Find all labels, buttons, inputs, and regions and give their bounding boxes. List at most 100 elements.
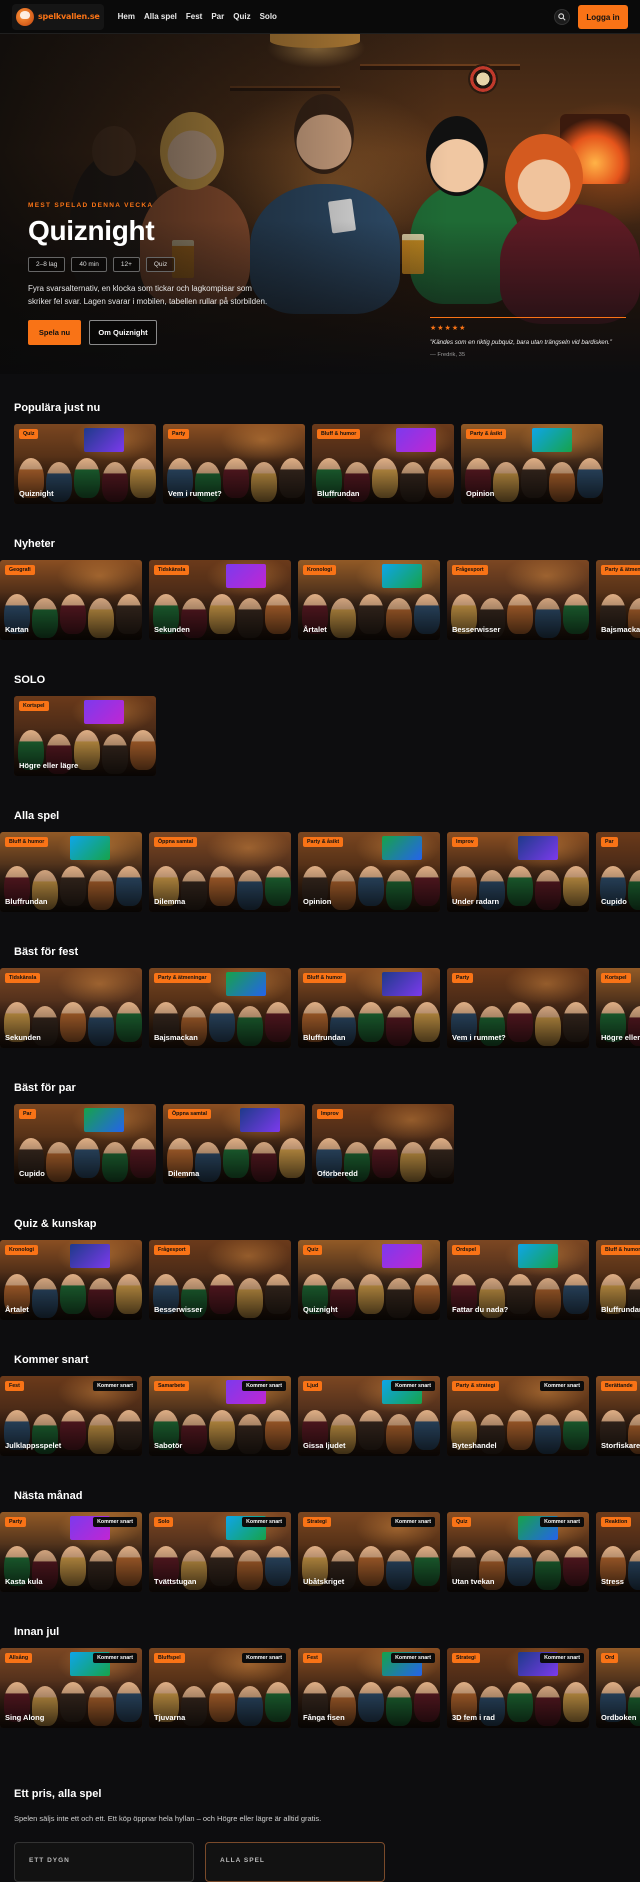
game-card[interactable]: Par Cupido	[14, 1104, 156, 1184]
nav-link-hem[interactable]: Hem	[118, 12, 135, 21]
game-title: Opinion	[466, 489, 495, 498]
nav-link-par[interactable]: Par	[211, 12, 224, 21]
game-row: Geografi Kartan Tidskänsla Sekunden Kronolog…	[0, 560, 640, 640]
game-card[interactable]: Bluff & humor Bluffrundan	[0, 832, 142, 912]
game-title: Quiznight	[303, 1305, 338, 1314]
game-card[interactable]: Berättande Storfiskaren	[596, 1376, 640, 1456]
game-card[interactable]: Tidskänsla Sekunden	[0, 968, 142, 1048]
category-badge: Kronologi	[5, 1245, 39, 1255]
game-row: Party Kommer snart Kasta kula Solo Kommer sn…	[0, 1512, 640, 1592]
game-card[interactable]: Quiz Quiznight	[298, 1240, 440, 1320]
game-card[interactable]: Party & åsikt Opinion	[461, 424, 603, 504]
game-title: Oförberedd	[317, 1169, 358, 1178]
game-card[interactable]: Reaktion Stress	[596, 1512, 640, 1592]
game-title: Utan tvekan	[452, 1577, 495, 1586]
game-title: Cupido	[601, 897, 627, 906]
game-card[interactable]: Bluff & humor Bluffrundan	[298, 968, 440, 1048]
site-logo[interactable]: spelkvallen.se	[12, 3, 104, 30]
category-badge: Improv	[452, 837, 478, 847]
game-card[interactable]: Solo Kommer snart Tvättstugan	[149, 1512, 291, 1592]
nav-link-alla-spel[interactable]: Alla spel	[144, 12, 177, 21]
category-badge: Tidskänsla	[5, 973, 41, 983]
game-title: Bluffrundan	[601, 1305, 640, 1314]
category-badge: Bluff & humor	[303, 973, 347, 983]
game-card[interactable]: Frågesport Besserwisser	[447, 560, 589, 640]
game-card[interactable]: Allsång Kommer snart Sing Along	[0, 1648, 142, 1728]
plan-card-day[interactable]: ETT DYGN	[14, 1842, 194, 1882]
game-card[interactable]: Kortspel Högre eller lägre	[14, 696, 156, 776]
section-1: Nyheter Geografi Kartan Tidskänsla Sekunden K…	[0, 538, 640, 642]
game-card[interactable]: Bluff & humor Bluffrundan	[312, 424, 454, 504]
game-card[interactable]: Kortspel Högre eller lägre	[596, 968, 640, 1048]
game-card[interactable]: Kronologi Årtalet	[0, 1240, 142, 1320]
game-title: Fånga fisen	[303, 1713, 345, 1722]
coming-soon-badge: Kommer snart	[540, 1653, 584, 1663]
category-badge: Par	[19, 1109, 36, 1119]
category-badge: Bluff & humor	[601, 1245, 640, 1255]
game-card[interactable]: Party Vem i rummet?	[163, 424, 305, 504]
game-card[interactable]: Geografi Kartan	[0, 560, 142, 640]
game-row: Kronologi Årtalet Frågesport Besserwisser Qu…	[0, 1240, 640, 1320]
plan-card-all[interactable]: ALLA SPEL	[205, 1842, 385, 1882]
game-card[interactable]: Party & ätmeningar Bajsmackan	[596, 560, 640, 640]
coming-soon-badge: Kommer snart	[540, 1381, 584, 1391]
game-title: Årtalet	[303, 625, 327, 634]
category-badge: Berättande	[601, 1381, 637, 1391]
game-title: Ordboken	[601, 1713, 637, 1722]
search-button[interactable]	[554, 9, 570, 25]
game-card[interactable]: Strategi Kommer snart Ubåtskriget	[298, 1512, 440, 1592]
game-title: Gissa ljudet	[303, 1441, 346, 1450]
game-title: Julklappsspelet	[5, 1441, 62, 1450]
game-card[interactable]: Improv Oförberedd	[312, 1104, 454, 1184]
game-card[interactable]: Bluffspel Kommer snart Tjuvarna	[149, 1648, 291, 1728]
category-badge: Party	[5, 1517, 27, 1527]
category-badge: Party & åsikt	[303, 837, 344, 847]
login-button[interactable]: Logga in	[578, 5, 628, 29]
game-card[interactable]: Ljud Kommer snart Gissa ljudet	[298, 1376, 440, 1456]
game-card[interactable]: Party & åsikt Opinion	[298, 832, 440, 912]
game-card[interactable]: Öppna samtal Dilemma	[163, 1104, 305, 1184]
game-card[interactable]: Par Cupido	[596, 832, 640, 912]
game-card[interactable]: Party Vem i rummet?	[447, 968, 589, 1048]
game-card[interactable]: Frågesport Besserwisser	[149, 1240, 291, 1320]
section-6: Quiz & kunskap Kronologi Årtalet Frågesport…	[0, 1218, 640, 1322]
about-game-button[interactable]: Om Quiznight	[89, 320, 157, 345]
section-8: Nästa månad Party Kommer snart Kasta kula So…	[0, 1490, 640, 1594]
game-card[interactable]: Fest Kommer snart Julklappsspelet	[0, 1376, 142, 1456]
game-row: Fest Kommer snart Julklappsspelet Samarbete…	[0, 1376, 640, 1456]
game-card[interactable]: Ord Ordboken	[596, 1648, 640, 1728]
game-card[interactable]: Öppna samtal Dilemma	[149, 832, 291, 912]
game-card[interactable]: Tidskänsla Sekunden	[149, 560, 291, 640]
category-badge: Ljud	[303, 1381, 323, 1391]
nav-link-fest[interactable]: Fest	[186, 12, 202, 21]
section-5: Bäst för par Par Cupido Öppna samtal Dilemma…	[0, 1082, 640, 1186]
game-title: Högre eller lägre	[19, 761, 79, 770]
category-badge: Öppna samtal	[168, 1109, 212, 1119]
game-title: Under radarn	[452, 897, 500, 906]
game-title: Storfiskaren	[601, 1441, 640, 1450]
coming-soon-badge: Kommer snart	[391, 1381, 435, 1391]
game-card[interactable]: Party & ätmeningar Bajsmackan	[149, 968, 291, 1048]
game-card[interactable]: Fest Kommer snart Fånga fisen	[298, 1648, 440, 1728]
game-card[interactable]: Party Kommer snart Kasta kula	[0, 1512, 142, 1592]
game-card[interactable]: Ordspel Fattar du nada?	[447, 1240, 589, 1320]
game-card[interactable]: Improv Under radarn	[447, 832, 589, 912]
play-now-button[interactable]: Spela nu	[28, 320, 81, 345]
category-badge: Party & åsikt	[466, 429, 507, 439]
game-card[interactable]: Samarbete Kommer snart Sabotör	[149, 1376, 291, 1456]
game-card[interactable]: Quiz Quiznight	[14, 424, 156, 504]
game-row: Allsång Kommer snart Sing Along Bluffspel Ko…	[0, 1648, 640, 1728]
game-card[interactable]: Strategi Kommer snart 3D fem i rad	[447, 1648, 589, 1728]
game-card[interactable]: Party & strategi Kommer snart Byteshandel	[447, 1376, 589, 1456]
game-card[interactable]: Quiz Kommer snart Utan tvekan	[447, 1512, 589, 1592]
game-title: Bajsmackan	[154, 1033, 198, 1042]
category-badge: Par	[601, 837, 618, 847]
game-title: Fattar du nada?	[452, 1305, 509, 1314]
game-card[interactable]: Kronologi Årtalet	[298, 560, 440, 640]
nav-link-quiz[interactable]: Quiz	[233, 12, 250, 21]
nav-link-solo[interactable]: Solo	[260, 12, 277, 21]
review-quote: ★★★★★ ”Kändes som en riktig pubquiz, bar…	[430, 317, 626, 358]
game-card[interactable]: Bluff & humor Bluffrundan	[596, 1240, 640, 1320]
coming-soon-badge: Kommer snart	[93, 1653, 137, 1663]
category-badge: Party	[168, 429, 190, 439]
